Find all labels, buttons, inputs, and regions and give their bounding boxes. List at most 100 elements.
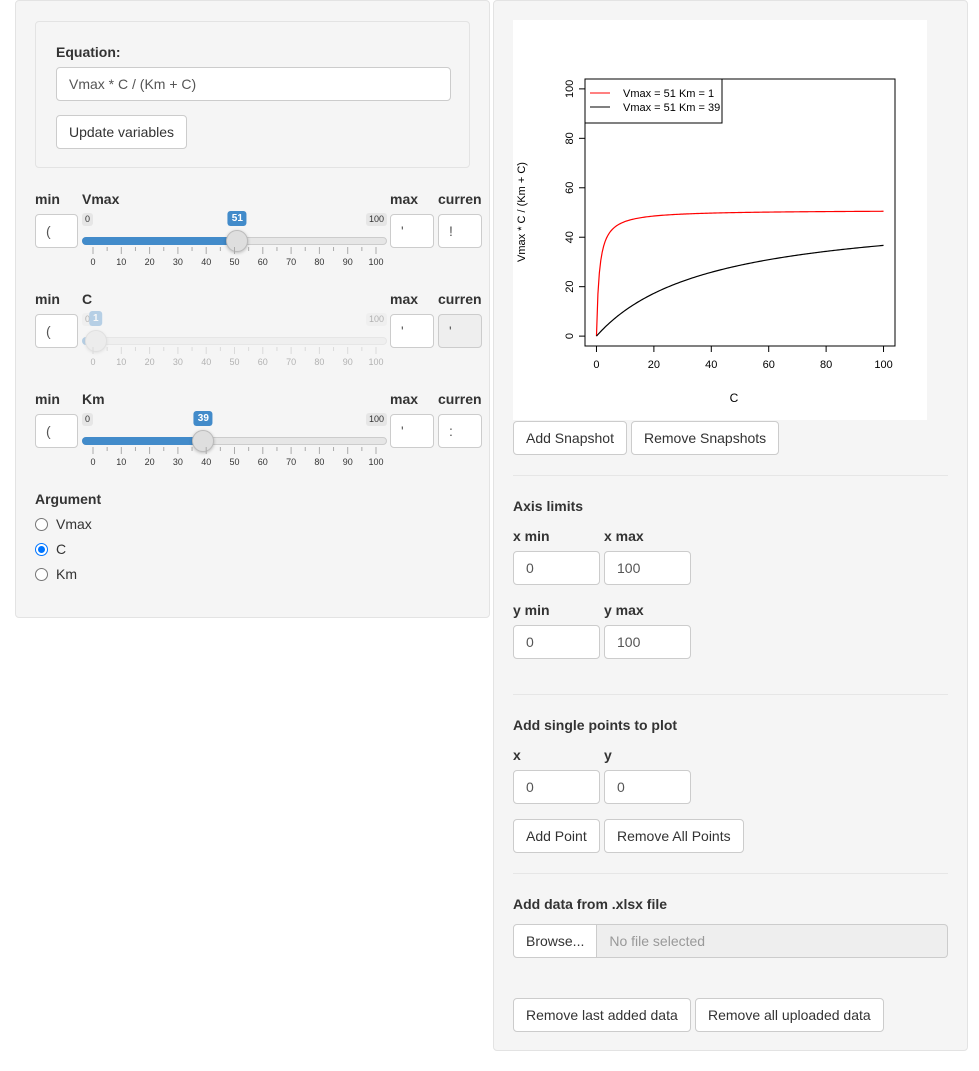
y-tick-label: 80 <box>564 132 576 144</box>
divider <box>513 694 948 695</box>
remove-last-data-button[interactable]: Remove last added data <box>513 998 691 1032</box>
min-label: min <box>35 391 60 407</box>
slider-tick-label: 100 <box>368 457 383 467</box>
slider-ticks: 0 10 20 30 40 50 60 70 80 90 100 <box>90 447 384 467</box>
max-input[interactable]: ' <box>390 314 434 348</box>
slider-tick-label: 100 <box>368 257 383 267</box>
remove-all-data-button[interactable]: Remove all uploaded data <box>695 998 884 1032</box>
y-tick-label: 20 <box>564 281 576 293</box>
slider-value-label: 1 <box>89 311 103 326</box>
legend-label: Vmax = 51 Km = 1 <box>623 88 714 100</box>
max-input[interactable]: ' <box>390 414 434 448</box>
y-max-input[interactable]: 100 <box>604 625 691 659</box>
slider-tick-label: 30 <box>173 257 183 267</box>
y-min-input[interactable]: 0 <box>513 625 600 659</box>
min-input[interactable]: ( <box>35 314 78 348</box>
slider-tick-label: 40 <box>201 257 211 267</box>
vmax-slider[interactable]: 0 100 51 0 10 20 30 40 50 60 70 80 90 100 <box>82 211 387 269</box>
remove-snapshots-button[interactable]: Remove Snapshots <box>631 421 780 455</box>
remove-all-points-button[interactable]: Remove All Points <box>604 819 744 853</box>
radio-option-km[interactable]: Km <box>35 564 77 584</box>
slider-max-label: 100 <box>365 413 387 426</box>
slider-tick-label: 90 <box>343 257 353 267</box>
slider-tick-label: 60 <box>258 257 268 267</box>
radio-button[interactable] <box>35 567 48 581</box>
radio-option-vmax[interactable]: Vmax <box>35 514 92 534</box>
x-tick-label: 80 <box>820 359 832 371</box>
slider-tick-label: 10 <box>116 457 126 467</box>
slider-ticks: 0 10 20 30 40 50 60 70 80 90 100 <box>90 347 384 367</box>
current-input[interactable]: ! <box>438 214 482 248</box>
browse-button[interactable]: Browse... <box>513 924 598 958</box>
radio-button[interactable] <box>35 542 48 556</box>
slider-tick-label: 90 <box>343 357 353 367</box>
radio-option-c[interactable]: C <box>35 539 66 559</box>
slider-tick-label: 70 <box>286 257 296 267</box>
y-axis: 0 20 40 60 80 100 <box>564 80 585 339</box>
y-tick-label: 40 <box>564 231 576 243</box>
current-input: ' <box>438 314 482 348</box>
slider-track[interactable] <box>82 337 387 345</box>
slider-tick-label: 80 <box>314 457 324 467</box>
radio-button[interactable] <box>35 517 48 531</box>
slider-tick-label: 0 <box>90 257 95 267</box>
slider-fill <box>82 237 238 245</box>
slider-min-label: 0 <box>82 413 94 426</box>
km-slider[interactable]: 0 100 39 0 10 20 30 40 50 60 70 80 90 100 <box>82 411 387 469</box>
slider-tick-label: 60 <box>258 357 268 367</box>
x-tick-label: 60 <box>763 359 775 371</box>
slider-tick-label: 80 <box>314 357 324 367</box>
slider-tick-label: 70 <box>286 357 296 367</box>
current-input[interactable]: : <box>438 414 482 448</box>
slider-tick-label: 50 <box>229 457 239 467</box>
radio-label: Vmax <box>56 516 92 532</box>
min-input[interactable]: ( <box>35 414 78 448</box>
chart: 0 20 40 60 80 100 0 20 40 60 80 100 C Vmax * C / (… <box>516 78 896 405</box>
radio-label: C <box>56 541 67 557</box>
current-label: curren <box>438 191 482 207</box>
update-variables-button[interactable]: Update variables <box>56 115 188 149</box>
slider-tick-label: 20 <box>145 357 155 367</box>
x-tick-label: 40 <box>705 359 717 371</box>
radio-label: Km <box>56 566 77 582</box>
slider-value-label: 51 <box>227 211 247 226</box>
max-label: max <box>390 191 419 207</box>
x-min-label: x min <box>513 528 550 544</box>
slider-tick-label: 0 <box>90 457 95 467</box>
x-max-input[interactable]: 100 <box>604 551 691 585</box>
legend-label: Vmax = 51 Km = 39 <box>623 102 720 114</box>
min-label: min <box>35 291 60 307</box>
equation-input[interactable]: Vmax * C / (Km + C) <box>56 67 451 101</box>
equation-label: Equation: <box>56 44 121 60</box>
slider-max-label: 100 <box>365 313 387 326</box>
y-min-label: y min <box>513 602 550 618</box>
file-status: No file selected <box>597 924 948 958</box>
point-x-input[interactable]: 0 <box>513 770 600 804</box>
divider <box>513 873 948 874</box>
plot-panel: 0 20 40 60 80 100 0 20 40 60 80 100 C Vmax * C / (… <box>493 0 968 1051</box>
slider-tick-label: 90 <box>343 457 353 467</box>
slider-tick-label: 50 <box>229 357 239 367</box>
series-line <box>596 244 884 337</box>
min-input[interactable]: ( <box>35 214 78 248</box>
plot-area: 0 20 40 60 80 100 0 20 40 60 80 100 C Vmax * C / (… <box>513 20 927 420</box>
point-y-input[interactable]: 0 <box>604 770 691 804</box>
slider-tick-label: 20 <box>145 457 155 467</box>
add-snapshot-button[interactable]: Add Snapshot <box>513 421 627 455</box>
add-point-button[interactable]: Add Point <box>513 819 600 853</box>
slider-tick-label: 10 <box>116 357 126 367</box>
min-label: min <box>35 191 60 207</box>
max-label: max <box>390 291 419 307</box>
slider-tick-label: 40 <box>201 457 211 467</box>
y-tick-label: 100 <box>564 80 576 98</box>
slider-tick-label: 30 <box>173 457 183 467</box>
slider-tick-label: 40 <box>201 357 211 367</box>
variable-name: C <box>82 291 93 307</box>
slider-tick-label: 30 <box>173 357 183 367</box>
max-input[interactable]: ' <box>390 214 434 248</box>
slider-value-label: 39 <box>193 411 213 426</box>
point-y-label: y <box>604 747 612 763</box>
x-min-input[interactable]: 0 <box>513 551 600 585</box>
current-label: curren <box>438 291 482 307</box>
slider-fill <box>82 437 204 445</box>
